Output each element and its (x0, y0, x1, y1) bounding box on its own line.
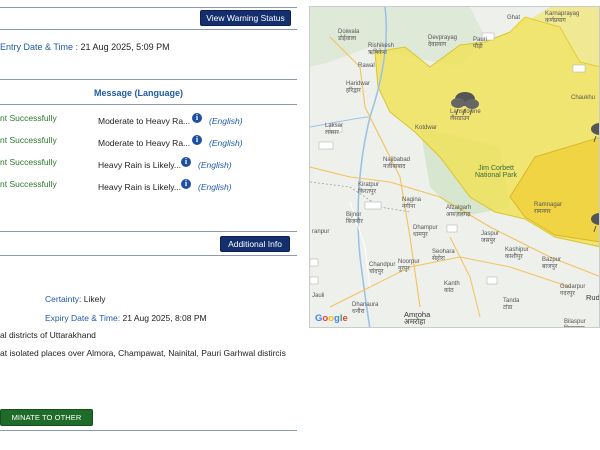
certainty-label: Certainty: (45, 294, 82, 304)
info-icon[interactable]: i (192, 135, 202, 145)
google-logo: Google (315, 313, 348, 324)
map-label: Amroha अमरोहा (404, 310, 431, 326)
entry-date-label: Entry Date & Time : (0, 42, 79, 52)
map-label: Dhampur धामपुर (413, 225, 438, 238)
entry-date-time: Entry Date & Time : 21 Aug 2025, 5:09 PM (0, 42, 170, 52)
map-label: Kashipur काशीपुर (505, 247, 529, 260)
map-label: Rawal (358, 63, 375, 69)
message-text: Heavy Rain is Likely... (98, 182, 181, 192)
map-label: Afzalgarh अफ़ज़लगढ़ (446, 205, 472, 218)
map-label: Najibabad नजीबाबाद (383, 157, 411, 170)
delivery-status: nt Successfully (0, 157, 57, 167)
divider (0, 104, 297, 105)
info-icon[interactable]: i (192, 113, 202, 123)
table-row: nt Successfully Moderate to Heavy Ra... … (0, 135, 297, 151)
divider (0, 231, 297, 232)
map-label: Chaukhu (571, 95, 596, 101)
map-label: Haridwar हरिद्वार (346, 81, 371, 94)
map-label: Bilaspurबिलासपुर (564, 319, 586, 327)
certainty: Certainty: Likely (45, 294, 105, 304)
map-canvas (310, 7, 599, 327)
divider (0, 430, 297, 431)
map-label: Bijnor बिजनौर (346, 212, 363, 225)
info-icon[interactable]: i (181, 157, 191, 167)
map-label: Pauri पौड़ी (473, 37, 488, 50)
expiry-label: Expiry Date & Time: (45, 313, 121, 323)
message-text: Moderate to Heavy Ra... (98, 138, 191, 148)
message-text: Heavy Rain is Likely... (98, 160, 181, 170)
certainty-value: Likely (83, 294, 106, 304)
divider (0, 79, 297, 80)
map-label: Gadarpur गदरपुर (560, 284, 586, 297)
map-label: Bazpur बाजपुर (542, 257, 562, 270)
entry-date-value: 21 Aug 2025, 5:09 PM (80, 42, 170, 52)
warning-description: at isolated places over Almora, Champawa… (0, 348, 286, 358)
map-label: Dhanaura धनौरा (352, 302, 379, 315)
table-row: nt Successfully Heavy Rain is Likely... … (0, 157, 297, 173)
language-link[interactable]: (English) (198, 182, 232, 192)
divider (0, 7, 297, 8)
language-link[interactable]: (English) (209, 116, 243, 126)
map-label: Kiratpur किरतपुर (358, 182, 380, 195)
map-label: Lansdowne लैंसडाउन (450, 109, 481, 122)
map-label: Rishikesh ऋषिकेश (368, 43, 395, 56)
map-label: Ramnagar रामनगर (534, 202, 563, 215)
disseminate-button[interactable]: MINATE TO OTHER MEDIA (0, 409, 93, 438)
expiry-value: 21 Aug 2025, 8:08 PM (122, 313, 207, 323)
map-label: Jauli (312, 293, 325, 299)
map-label: Chandpur चांदपुर (369, 262, 396, 275)
language-link[interactable]: (English) (198, 160, 232, 170)
divider (0, 255, 297, 256)
info-icon[interactable]: i (181, 179, 191, 189)
additional-info-button[interactable]: Additional Info (220, 236, 290, 252)
warning-details-panel: View Warning Status Entry Date & Time : … (0, 0, 300, 450)
area-description: al districts of Uttarakhand (0, 330, 96, 340)
delivery-status: nt Successfully (0, 113, 57, 123)
map-label: ranpur (312, 229, 330, 235)
map-label: Nagina नगीना (402, 197, 422, 210)
map-label: Jim Corbett National Park (475, 165, 518, 179)
map-label: Doiwala डोईवाला (338, 29, 360, 42)
message-language-header: Message (Language) (94, 88, 184, 98)
map-label: Kotdwar (415, 125, 438, 131)
view-warning-status-button[interactable]: View Warning Status (200, 10, 291, 26)
delivery-status: nt Successfully (0, 135, 57, 145)
map-label: Ghat (507, 15, 521, 21)
map-label: Seohara सेहोरा (432, 249, 455, 262)
map-label: Devprayag देवप्रयाग (428, 35, 458, 48)
message-text: Moderate to Heavy Ra... (98, 116, 191, 126)
delivery-status: nt Successfully (0, 179, 57, 189)
map-label: Noorpur नूरपुर (398, 259, 420, 272)
map-label: Rud (586, 293, 600, 302)
language-link[interactable]: (English) (209, 138, 243, 148)
table-row: nt Successfully Heavy Rain is Likely... … (0, 179, 297, 195)
table-row: nt Successfully Moderate to Heavy Ra... … (0, 113, 297, 129)
map-label: Jaspur जसपुर (481, 231, 500, 244)
map-label: Kanth कांठ (444, 281, 460, 294)
map-label: Tanda टांडा (503, 298, 520, 311)
map-label: Laksar लक्सर (325, 123, 344, 136)
warning-map[interactable]: Doiwala डोईवाला Rishikesh ऋषिकेश Devprayag… (309, 6, 600, 328)
divider (0, 29, 297, 30)
expiry-date-time: Expiry Date & Time: 21 Aug 2025, 8:08 PM (45, 313, 207, 323)
map-label: Karnaprayag कर्णप्रयाग (545, 11, 580, 24)
